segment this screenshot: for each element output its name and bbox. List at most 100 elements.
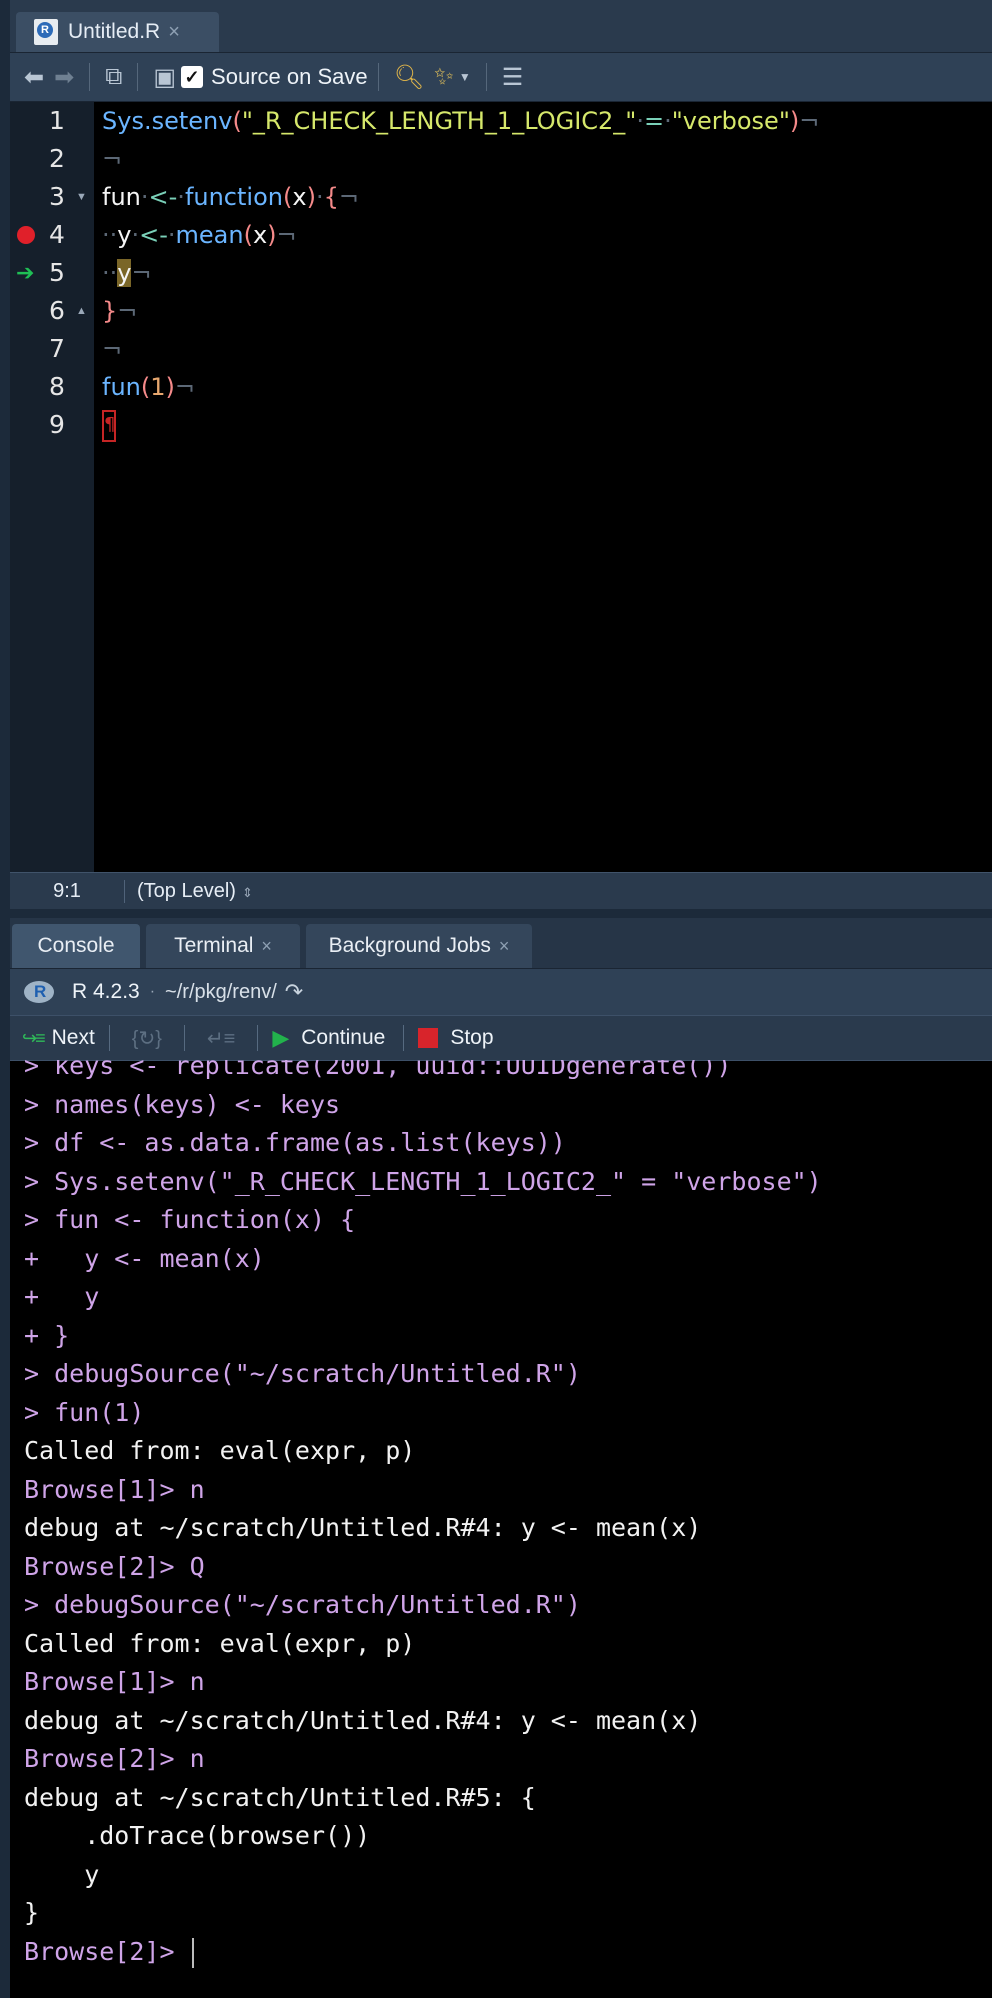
file-tab-untitled[interactable]: R Untitled.R × xyxy=(16,12,219,52)
compile-report-icon[interactable]: ☰ xyxy=(502,63,524,92)
console-line-text: > fun <- function(x) { xyxy=(24,1205,356,1234)
next-button[interactable]: ↪≡ Next xyxy=(10,1026,95,1050)
code-text: }¬ xyxy=(102,297,138,325)
toolbar-divider xyxy=(183,1025,185,1051)
console-line: Browse[2]> xyxy=(24,1933,822,1972)
console-line-text: > fun(1) xyxy=(24,1397,145,1427)
r-version: R 4.2.3 xyxy=(72,980,140,1003)
console-line-text: > names(keys) <- keys xyxy=(24,1089,341,1119)
stop-button[interactable]: Stop xyxy=(408,1026,494,1050)
line-number[interactable]: 3 xyxy=(36,178,78,216)
console-line: debug at ~/scratch/Untitled.R#4: y <- me… xyxy=(24,1509,822,1548)
console-line-text: Called from: eval(expr, p) xyxy=(24,1628,416,1658)
continue-button[interactable]: ▶ Continue xyxy=(262,1025,385,1051)
continue-label: Continue xyxy=(301,1026,386,1049)
search-icon[interactable]: 🔍︎ xyxy=(394,63,424,92)
code-line: 7 ¬ xyxy=(10,330,992,368)
close-tab-icon[interactable]: × xyxy=(168,21,180,44)
console-header: R R 4.2.3 · ~/r/pkg/renv/ ↷ xyxy=(10,969,992,1015)
back-arrow-icon[interactable]: ⬅ xyxy=(24,63,44,92)
line-number[interactable]: 7 xyxy=(36,330,78,368)
chevron-down-icon[interactable]: ▼ xyxy=(459,70,471,84)
tab-console[interactable]: Console xyxy=(12,924,140,968)
toolbar-divider xyxy=(108,1025,110,1051)
console-line: Called from: eval(expr, p) xyxy=(24,1432,822,1471)
code-editor[interactable]: 1 Sys.setenv("_R_CHECK_LENGTH_1_LOGIC2_"… xyxy=(10,102,992,872)
console-caret xyxy=(191,1937,194,1968)
forward-arrow-icon[interactable]: ➡ xyxy=(54,63,74,92)
console-line: .doTrace(browser()) xyxy=(24,1817,822,1856)
console-line-text: Browse[1]> n xyxy=(24,1474,205,1504)
breakpoint-icon[interactable] xyxy=(17,226,35,244)
source-on-save-checkbox[interactable]: ✓ xyxy=(181,66,204,88)
source-tabbar: R Untitled.R × xyxy=(10,0,992,53)
console-line: + y xyxy=(24,1278,822,1317)
console-line: + } xyxy=(24,1317,822,1356)
code-text: ¬ xyxy=(102,335,123,363)
console-line: > keys <- replicate(2001, uuid::UUIDgene… xyxy=(24,1060,822,1086)
code-line: 3 ▼ fun·<-·function(x)·{¬ xyxy=(10,178,992,216)
console-line-text: + y xyxy=(24,1282,100,1311)
working-directory[interactable]: ~/r/pkg/renv/ xyxy=(165,981,277,1004)
play-icon: ▶ xyxy=(272,1025,290,1050)
fold-collapse-icon[interactable]: ▼ xyxy=(76,178,87,216)
r-file-icon: R xyxy=(34,19,58,45)
line-number[interactable]: 1 xyxy=(36,102,78,140)
text-cursor: ¶ xyxy=(102,410,116,442)
line-number[interactable]: 6 xyxy=(36,292,78,330)
stop-label: Stop xyxy=(450,1026,494,1049)
console-line: Browse[2]> Q xyxy=(24,1548,822,1587)
line-number[interactable]: 9 xyxy=(36,406,78,444)
console-line: debug at ~/scratch/Untitled.R#5: { xyxy=(24,1779,822,1818)
tab-background-jobs[interactable]: Background Jobs × xyxy=(306,924,532,968)
console-line-text: debug at ~/scratch/Untitled.R#4: y <- me… xyxy=(24,1705,702,1735)
code-text: ¬ xyxy=(102,145,123,173)
code-text: fun·<-·function(x)·{¬ xyxy=(102,183,359,211)
code-line: 4 ··y·<-·mean(x)¬ xyxy=(10,216,992,254)
code-line: 8 fun(1)¬ xyxy=(10,368,992,406)
source-status-bar: 9:1 (Top Level) ⇕ xyxy=(10,872,992,909)
scope-label: (Top Level) xyxy=(137,879,236,902)
code-line: 6 ▲ }¬ xyxy=(10,292,992,330)
console-line: Called from: eval(expr, p) xyxy=(24,1625,822,1664)
close-tab-icon[interactable]: × xyxy=(261,936,272,957)
tab-terminal[interactable]: Terminal × xyxy=(146,924,300,968)
line-number[interactable]: 5 xyxy=(36,254,78,292)
console-line-text: .doTrace(browser()) xyxy=(24,1821,371,1850)
fold-end-icon[interactable]: ▲ xyxy=(76,292,87,330)
console-tabbar: Console Terminal × Background Jobs × xyxy=(10,918,992,969)
code-tools-wand-icon[interactable]: ✨︎ xyxy=(434,63,454,91)
go-to-directory-arrow-icon[interactable]: ↷ xyxy=(285,979,303,1005)
console-line-text: debug at ~/scratch/Untitled.R#5: { xyxy=(24,1782,536,1812)
console-line: > fun(1) xyxy=(24,1394,822,1433)
source-on-save-label: Source on Save xyxy=(211,64,368,89)
step-into-icon[interactable]: {↻} xyxy=(132,1026,162,1051)
console-line: > names(keys) <- keys xyxy=(24,1086,822,1125)
console-line-text: Browse[2]> xyxy=(24,1936,190,1966)
line-number[interactable]: 2 xyxy=(36,140,78,178)
console-line: > debugSource("~/scratch/Untitled.R") xyxy=(24,1586,822,1625)
line-number[interactable]: 4 xyxy=(36,216,78,254)
code-line: 9 ¶ xyxy=(10,406,992,444)
console-line-text: debug at ~/scratch/Untitled.R#4: y <- me… xyxy=(24,1513,702,1542)
console-line: + y <- mean(x) xyxy=(24,1240,822,1279)
save-icon[interactable]: ▣ xyxy=(153,63,176,92)
code-text: fun(1)¬ xyxy=(102,373,196,401)
console-output[interactable]: > keys <- replicate(2001, uuid::UUIDgene… xyxy=(10,1060,992,1998)
show-in-window-icon[interactable]: ⧉ xyxy=(105,63,122,91)
finish-function-icon[interactable]: ↵≡ xyxy=(207,1026,235,1051)
tab-terminal-label: Terminal xyxy=(174,934,254,957)
debug-toolbar: ↪≡ Next {↻} ↵≡ ▶ Continue Stop xyxy=(10,1015,992,1061)
next-label: Next xyxy=(51,1026,95,1049)
code-line: 1 Sys.setenv("_R_CHECK_LENGTH_1_LOGIC2_"… xyxy=(10,102,992,140)
console-line: y xyxy=(24,1856,822,1895)
console-line: > fun <- function(x) { xyxy=(24,1201,822,1240)
toolbar-divider xyxy=(137,63,139,91)
console-line-text: > debugSource("~/scratch/Untitled.R") xyxy=(24,1590,581,1619)
source-pane: R Untitled.R × ⬅ ➡ ⧉ ▣ ✓ Source on Save … xyxy=(10,0,992,909)
close-tab-icon[interactable]: × xyxy=(499,936,510,957)
toolbar-divider xyxy=(89,63,91,91)
scope-selector[interactable]: (Top Level) ⇕ xyxy=(137,880,253,903)
toolbar-divider xyxy=(377,63,379,91)
line-number[interactable]: 8 xyxy=(36,368,78,406)
